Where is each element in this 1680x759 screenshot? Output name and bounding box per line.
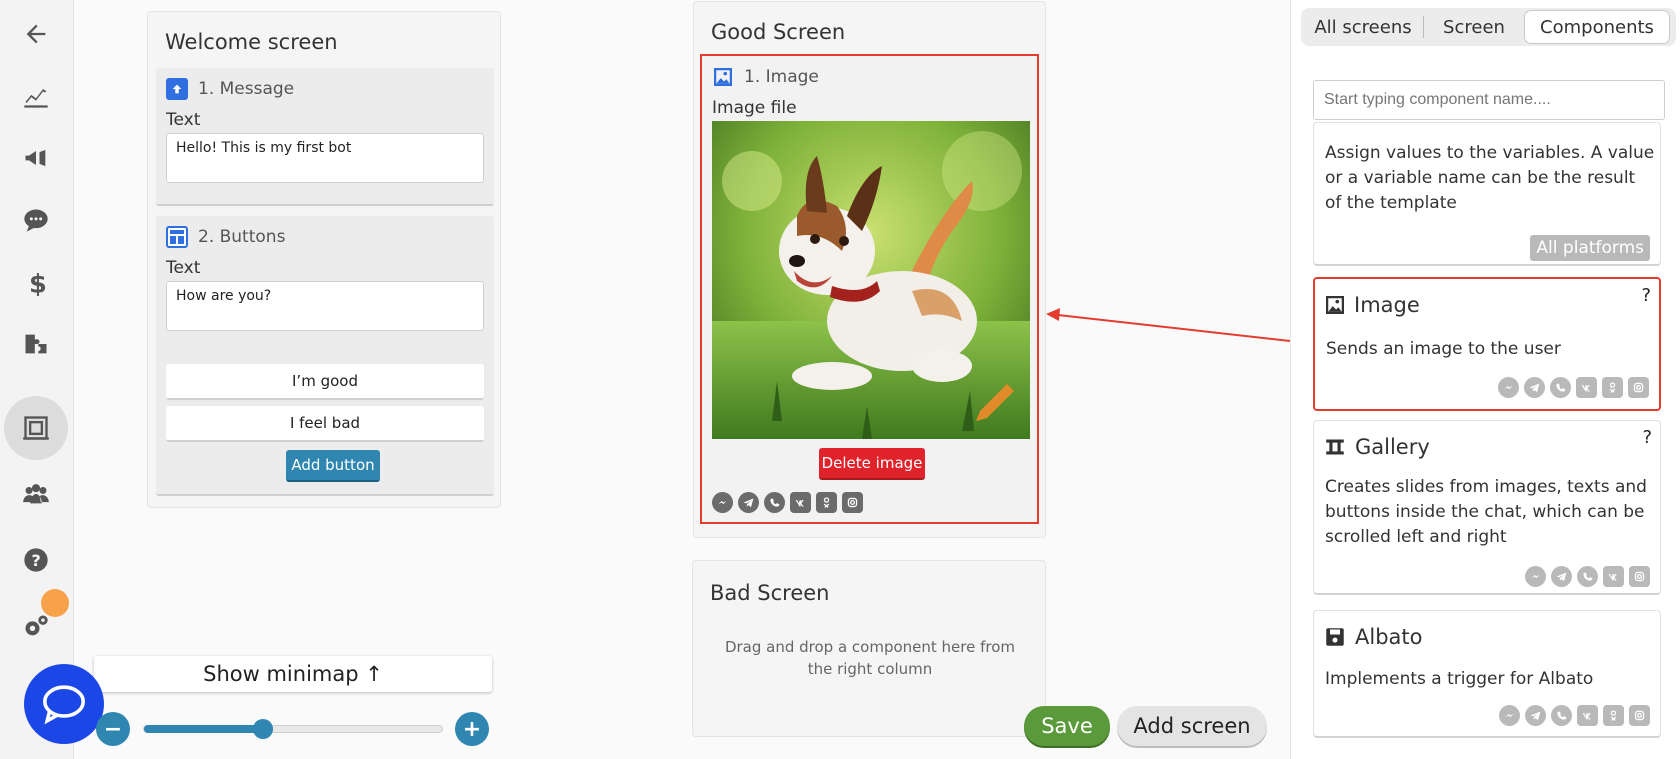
image-icon — [1326, 296, 1344, 314]
broadcast-icon[interactable] — [12, 134, 60, 182]
card-title: Image — [1354, 293, 1420, 317]
telegram-icon — [1525, 705, 1546, 726]
instagram-icon — [1629, 705, 1650, 726]
save-disk-icon — [1326, 628, 1344, 646]
component-header: 1. Image — [744, 67, 819, 87]
viber-icon — [764, 492, 785, 513]
telegram-icon — [738, 492, 759, 513]
odnoklassniki-icon — [816, 492, 837, 513]
card-description: Creates slides from images, texts and bu… — [1325, 477, 1647, 547]
notification-badge — [41, 589, 69, 617]
bad-screen-panel[interactable]: Bad Screen Drag and drop a component her… — [692, 560, 1046, 737]
card-description: Implements a trigger for Albato — [1325, 669, 1594, 689]
viber-icon — [1550, 377, 1571, 398]
vk-icon — [1577, 705, 1598, 726]
component-card-gallery[interactable]: Gallery ? Creates slides from images, te… — [1313, 420, 1661, 595]
component-card-variables[interactable]: Assign values to the variables. A value … — [1313, 122, 1661, 266]
zoom-out-button[interactable]: − — [96, 712, 130, 746]
platform-icons — [1499, 705, 1650, 726]
left-nav: $ ? — [0, 0, 74, 759]
svg-text:$: $ — [29, 270, 47, 297]
panel-title: Bad Screen — [710, 581, 830, 605]
vk-icon — [790, 492, 811, 513]
zoom-slider-fill — [144, 725, 264, 733]
text-label: Text — [166, 110, 201, 130]
image-file-label: Image file — [712, 98, 797, 118]
help-icon[interactable]: ? — [12, 536, 60, 584]
vk-icon — [1576, 377, 1597, 398]
support-chat-button[interactable] — [24, 664, 104, 744]
users-icon[interactable] — [12, 470, 60, 518]
zoom-slider-thumb[interactable] — [253, 719, 273, 739]
message-text-input[interactable]: Hello! This is my first bot — [166, 133, 484, 183]
messenger-icon — [712, 492, 733, 513]
buttons-component[interactable]: 2. Buttons Text How are you? I’m good I … — [156, 216, 494, 496]
option-button-good[interactable]: I’m good — [166, 364, 484, 400]
platform-icons — [712, 492, 863, 513]
tab-all-screens[interactable]: All screens — [1303, 10, 1423, 44]
telegram-icon — [1524, 377, 1545, 398]
save-button[interactable]: Save — [1024, 706, 1110, 746]
gallery-icon — [1326, 439, 1344, 455]
buttons-grid-icon — [166, 226, 188, 248]
messenger-icon — [1525, 566, 1546, 587]
platform-icons — [1498, 377, 1649, 398]
tab-screen[interactable]: Screen — [1424, 10, 1524, 44]
option-button-bad[interactable]: I feel bad — [166, 406, 484, 442]
message-icon — [166, 78, 188, 100]
card-title: Albato — [1355, 625, 1423, 649]
card-title: Gallery — [1355, 435, 1430, 459]
odnoklassniki-icon — [1602, 377, 1623, 398]
component-search-input[interactable] — [1313, 80, 1665, 120]
add-button[interactable]: Add button — [286, 450, 380, 482]
vk-icon — [1603, 566, 1624, 587]
message-component[interactable]: 1. Message Text Hello! This is my first … — [156, 68, 494, 206]
delete-image-button[interactable]: Delete image — [819, 448, 925, 480]
platform-icons — [1525, 566, 1650, 587]
viber-icon — [1577, 566, 1598, 587]
show-minimap-button[interactable]: Show minimap ↑ — [94, 656, 492, 692]
chat-bubble-icon — [43, 685, 85, 725]
zoom-slider[interactable] — [143, 725, 443, 733]
zoom-in-button[interactable]: + — [455, 712, 489, 746]
card-description: Assign values to the variables. A value … — [1325, 143, 1655, 213]
component-header: 2. Buttons — [198, 227, 286, 247]
analytics-icon[interactable] — [12, 72, 60, 120]
add-screen-button[interactable]: Add screen — [1117, 706, 1267, 746]
component-card-image[interactable]: Image ? Sends an image to the user — [1313, 277, 1661, 411]
component-header: 1. Message — [198, 79, 295, 99]
viber-icon — [1551, 705, 1572, 726]
drop-hint: Drag and drop a component here from the … — [724, 638, 1016, 678]
help-question-mark[interactable]: ? — [1641, 285, 1651, 306]
messenger-icon — [1499, 705, 1520, 726]
integrations-icon[interactable] — [12, 320, 60, 368]
tab-components[interactable]: Components — [1524, 10, 1670, 44]
instagram-icon — [1629, 566, 1650, 587]
help-question-mark[interactable]: ? — [1642, 427, 1652, 448]
buttons-text-input[interactable]: How are you? — [166, 281, 484, 331]
image-component[interactable]: 1. Image Image file Delete image — [700, 54, 1039, 524]
panel-title: Good Screen — [711, 20, 846, 44]
sidebar-tabs: All screens Screen Components — [1301, 8, 1676, 46]
back-icon[interactable] — [12, 10, 60, 58]
chat-icon[interactable] — [12, 196, 60, 244]
instagram-icon — [1628, 377, 1649, 398]
all-platforms-badge: All platforms — [1530, 235, 1650, 261]
dog-image — [712, 121, 1030, 439]
card-description: Sends an image to the user — [1326, 339, 1561, 359]
telegram-icon — [1551, 566, 1572, 587]
text-label: Text — [166, 258, 201, 278]
image-icon — [712, 66, 734, 88]
builder-icon[interactable] — [4, 396, 68, 460]
components-sidebar: All screens Screen Components Assign val… — [1290, 0, 1680, 759]
svg-text:?: ? — [31, 551, 40, 570]
panel-title: Welcome screen — [165, 30, 338, 54]
instagram-icon — [842, 492, 863, 513]
messenger-icon — [1498, 377, 1519, 398]
odnoklassniki-icon — [1603, 705, 1624, 726]
component-card-albato[interactable]: Albato Implements a trigger for Albato — [1313, 610, 1661, 738]
welcome-screen-panel[interactable]: Welcome screen 1. Message Text Hello! Th… — [147, 11, 501, 508]
billing-icon[interactable]: $ — [12, 258, 60, 306]
